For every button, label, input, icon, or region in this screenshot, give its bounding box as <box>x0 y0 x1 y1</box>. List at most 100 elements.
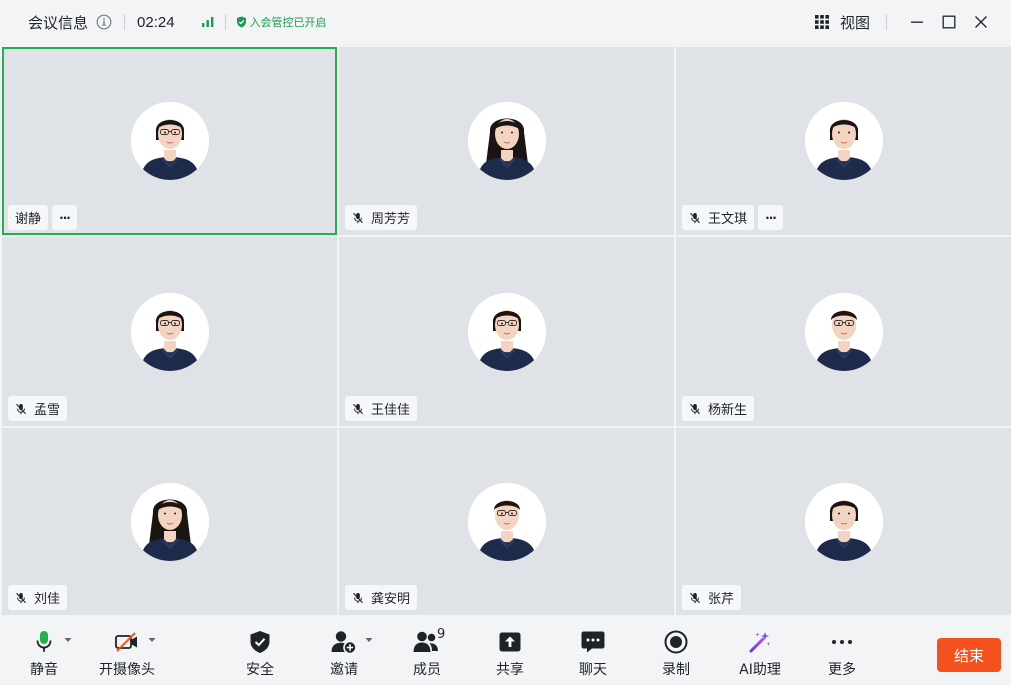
meeting-timer: 02:24 <box>137 13 175 31</box>
participant-name-tag: 龚安明 <box>345 585 418 610</box>
muted-mic-icon <box>689 212 701 224</box>
more-label: 更多 <box>828 662 856 678</box>
participant-name: 杨新生 <box>708 403 748 418</box>
participant-name-tag: 刘佳 <box>8 585 68 610</box>
participant-tile[interactable]: 孟雪 <box>2 237 337 426</box>
chat-bubble-icon <box>581 629 605 655</box>
participant-name: 谢静 <box>15 212 42 227</box>
participant-avatar <box>804 482 883 561</box>
participant-name-tag: 孟雪 <box>8 396 68 421</box>
members-button[interactable]: 9 成员 <box>410 617 445 685</box>
participant-avatar <box>804 102 883 180</box>
participant-video-grid: 谢静 ··· 周芳芳 王文琪 ··· 孟雪 王佳佳 杨新生 刘佳 龚安明 张芹 <box>2 47 1011 617</box>
participant-tile[interactable]: 王佳佳 <box>339 237 674 426</box>
muted-mic-icon <box>352 403 364 415</box>
shield-check-icon <box>236 16 247 28</box>
record-icon <box>664 629 688 655</box>
participant-tile[interactable]: 谢静 ··· <box>2 47 337 235</box>
maximize-button[interactable] <box>933 6 965 38</box>
members-count: 9 <box>437 627 446 642</box>
invite-options-chevron-down-icon[interactable] <box>365 637 373 643</box>
members-icon: 9 <box>413 627 445 655</box>
grid-view-icon <box>814 15 829 29</box>
security-label: 安全 <box>246 662 274 678</box>
participant-name: 周芳芳 <box>371 212 411 227</box>
divider <box>224 14 226 30</box>
share-button[interactable]: 共享 <box>493 617 527 685</box>
participant-tile[interactable]: 张芹 <box>676 428 1011 615</box>
muted-mic-icon <box>689 592 701 604</box>
info-icon <box>96 14 112 30</box>
title-bar-right: 视图 <box>814 0 1011 44</box>
magic-wand-icon <box>748 629 772 655</box>
muted-mic-icon <box>15 592 27 604</box>
camera-button[interactable]: 开摄像头 <box>96 617 158 685</box>
meeting-info-button[interactable]: 会议信息 <box>28 12 112 33</box>
maximize-icon <box>942 15 956 29</box>
share-label: 共享 <box>496 662 524 678</box>
participant-tile[interactable]: 刘佳 <box>2 428 337 615</box>
participant-avatar <box>467 482 546 561</box>
camera-off-icon <box>114 629 140 655</box>
participant-name: 王文琪 <box>708 212 748 227</box>
network-signal-icon[interactable] <box>201 16 215 28</box>
participant-name: 王佳佳 <box>371 403 411 418</box>
add-user-icon <box>331 629 357 655</box>
meeting-toolbar: 静音 开摄像头 安全 邀请 9 成员 共享 聊天 录制 AI助理 更多 结束 <box>0 617 1011 685</box>
mute-button[interactable]: 静音 <box>27 617 61 685</box>
ai-assistant-label: AI助理 <box>739 662 781 678</box>
divider <box>124 14 126 30</box>
participant-avatar <box>130 102 209 180</box>
camera-label: 开摄像头 <box>99 662 155 678</box>
chat-button[interactable]: 聊天 <box>576 617 610 685</box>
ai-assistant-button[interactable]: AI助理 <box>735 617 785 685</box>
more-dots-icon <box>831 629 853 655</box>
participant-avatar <box>130 292 209 371</box>
view-label: 视图 <box>839 13 870 32</box>
title-bar-left: 会议信息 02:24 入会管控已开启 <box>0 0 327 44</box>
chat-label: 聊天 <box>579 662 607 678</box>
shield-check-icon <box>249 629 271 655</box>
participant-tile[interactable]: 周芳芳 <box>339 47 674 235</box>
end-meeting-button[interactable]: 结束 <box>937 638 1001 672</box>
participant-tile[interactable]: 杨新生 <box>676 237 1011 426</box>
share-screen-icon <box>499 629 521 655</box>
mute-label: 静音 <box>30 662 58 678</box>
participant-name-tag: 周芳芳 <box>345 205 418 230</box>
members-label: 成员 <box>413 662 441 678</box>
participant-avatar <box>467 292 546 371</box>
muted-mic-icon <box>352 212 364 224</box>
participant-name: 龚安明 <box>371 592 411 607</box>
record-label: 录制 <box>662 662 690 678</box>
participant-more-button[interactable]: ··· <box>52 205 77 230</box>
close-icon <box>975 16 987 28</box>
close-button[interactable] <box>965 6 997 38</box>
muted-mic-icon <box>15 403 27 415</box>
title-bar: 会议信息 02:24 入会管控已开启 视图 <box>0 0 1011 44</box>
security-button[interactable]: 安全 <box>243 617 277 685</box>
admission-control-label: 入会管控已开启 <box>249 16 327 29</box>
microphone-icon <box>36 629 52 655</box>
mute-options-chevron-down-icon[interactable] <box>64 637 72 643</box>
participant-name: 张芹 <box>708 592 735 607</box>
participant-name: 刘佳 <box>34 592 61 607</box>
participant-name-tag: 谢静 <box>8 205 49 230</box>
muted-mic-icon <box>689 403 701 415</box>
participant-name-tag: 张芹 <box>682 585 742 610</box>
participant-avatar <box>804 292 883 371</box>
minimize-button[interactable] <box>901 6 933 38</box>
participant-avatar <box>467 102 546 180</box>
participant-more-button[interactable]: ··· <box>758 205 783 230</box>
camera-options-chevron-down-icon[interactable] <box>148 637 156 643</box>
more-button[interactable]: 更多 <box>825 617 859 685</box>
participant-name: 孟雪 <box>34 403 61 418</box>
invite-button[interactable]: 邀请 <box>327 617 361 685</box>
admission-control-status[interactable]: 入会管控已开启 <box>236 14 327 30</box>
participant-tile[interactable]: 王文琪 ··· <box>676 47 1011 235</box>
view-layout-button[interactable]: 视图 <box>814 12 870 33</box>
participant-tile[interactable]: 龚安明 <box>339 428 674 615</box>
meeting-info-label: 会议信息 <box>28 13 89 32</box>
record-button[interactable]: 录制 <box>659 617 693 685</box>
participant-avatar <box>130 482 209 561</box>
minimize-icon <box>911 21 923 23</box>
